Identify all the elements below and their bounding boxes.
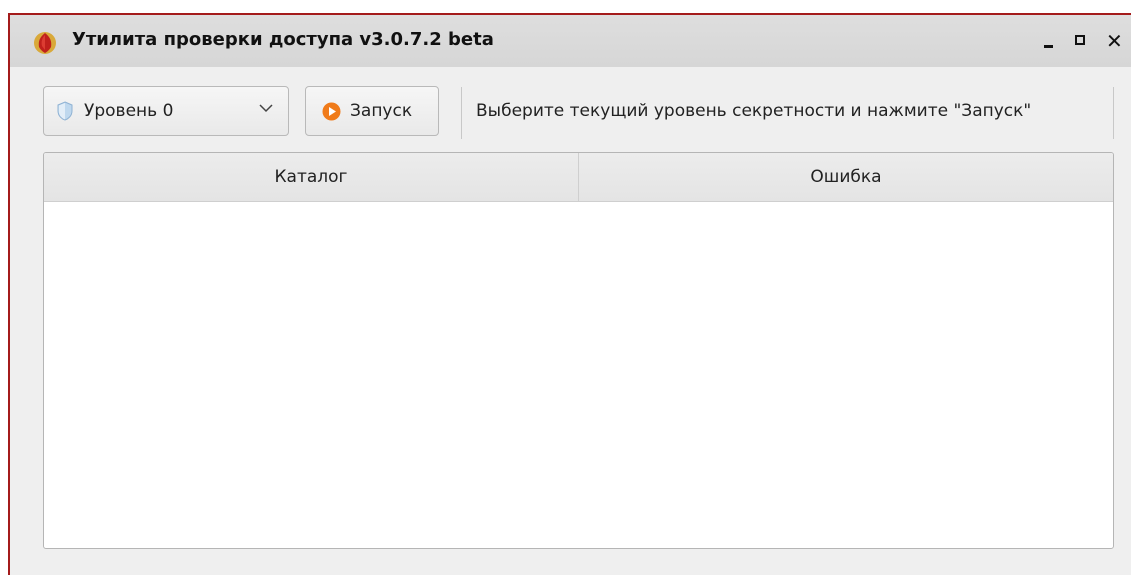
run-button-label: Запуск <box>350 101 413 121</box>
minimize-icon <box>1044 45 1053 48</box>
toolbar-separator-right <box>1113 87 1114 139</box>
column-header-catalog[interactable]: Каталог <box>44 153 579 201</box>
run-button[interactable]: Запуск <box>305 86 439 136</box>
play-icon <box>322 102 341 121</box>
minimize-button[interactable] <box>1039 29 1061 53</box>
app-shield-icon <box>34 32 56 54</box>
level-select-value: Уровень 0 <box>84 101 174 121</box>
maximize-button[interactable] <box>1070 29 1092 53</box>
title-bar[interactable]: Утилита проверки доступа v3.0.7.2 beta ✕ <box>10 15 1131 67</box>
status-text: Выберите текущий уровень секретности и н… <box>476 101 1032 121</box>
table-header: Каталог Ошибка <box>44 153 1113 202</box>
shield-icon <box>57 101 73 121</box>
column-header-error[interactable]: Ошибка <box>579 153 1113 201</box>
close-icon: ✕ <box>1106 29 1123 53</box>
table-body[interactable] <box>44 202 1113 548</box>
close-button[interactable]: ✕ <box>1104 29 1126 53</box>
maximize-icon <box>1075 35 1085 45</box>
results-table[interactable]: Каталог Ошибка <box>43 152 1114 549</box>
app-window: Утилита проверки доступа v3.0.7.2 beta ✕… <box>8 13 1131 575</box>
window-title: Утилита проверки доступа v3.0.7.2 beta <box>72 29 494 50</box>
chevron-down-icon <box>259 104 273 113</box>
toolbar-separator <box>461 87 462 139</box>
level-select[interactable]: Уровень 0 <box>43 86 289 136</box>
